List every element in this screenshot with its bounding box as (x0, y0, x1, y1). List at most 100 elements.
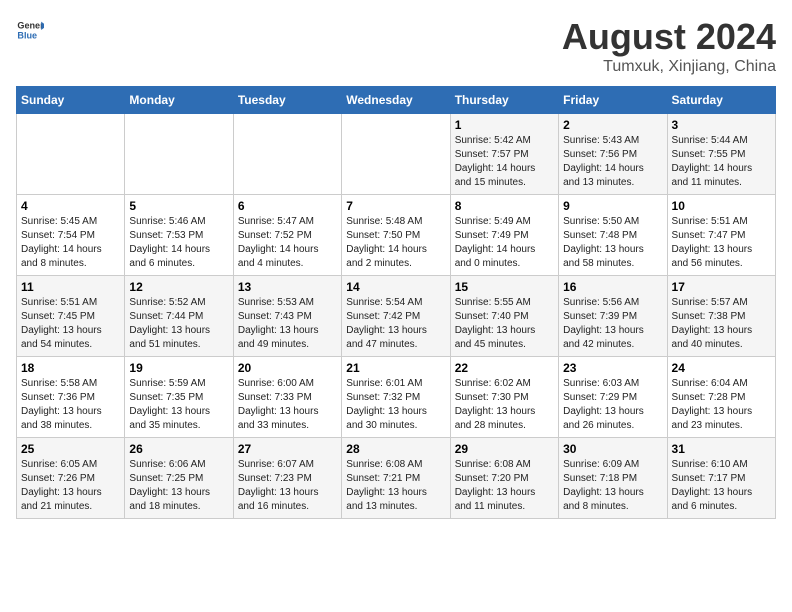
day-number: 16 (563, 280, 662, 294)
day-number: 2 (563, 118, 662, 132)
calendar-week-row: 11 Sunrise: 5:51 AM Sunset: 7:45 PM Dayli… (17, 276, 776, 357)
calendar-header-row: Sunday Monday Tuesday Wednesday Thursday… (17, 87, 776, 114)
day-number: 19 (129, 361, 228, 375)
day-number: 14 (346, 280, 445, 294)
day-detail: Sunrise: 6:03 AM Sunset: 7:29 PM Dayligh… (563, 377, 662, 433)
day-number: 4 (21, 199, 120, 213)
col-wednesday: Wednesday (342, 87, 450, 114)
day-number: 23 (563, 361, 662, 375)
day-number: 20 (238, 361, 337, 375)
day-detail: Sunrise: 6:05 AM Sunset: 7:26 PM Dayligh… (21, 458, 120, 514)
table-row: 5 Sunrise: 5:46 AM Sunset: 7:53 PM Daylig… (125, 195, 233, 276)
day-detail: Sunrise: 5:42 AM Sunset: 7:57 PM Dayligh… (455, 134, 554, 190)
day-detail: Sunrise: 5:50 AM Sunset: 7:48 PM Dayligh… (563, 215, 662, 271)
day-number: 12 (129, 280, 228, 294)
day-number: 27 (238, 442, 337, 456)
svg-text:General: General (17, 21, 44, 31)
logo: General Blue (16, 16, 44, 44)
table-row: 26Sunrise: 6:06 AM Sunset: 7:25 PM Dayli… (125, 438, 233, 519)
day-detail: Sunrise: 6:06 AM Sunset: 7:25 PM Dayligh… (129, 458, 228, 514)
table-row: 14 Sunrise: 5:54 AM Sunset: 7:42 PM Dayli… (342, 276, 450, 357)
day-detail: Sunrise: 5:54 AM Sunset: 7:42 PM Dayligh… (346, 296, 445, 352)
calendar-main-title: August 2024 (562, 16, 776, 58)
table-row: 16 Sunrise: 5:56 AM Sunset: 7:39 PM Dayli… (559, 276, 667, 357)
table-row: 8 Sunrise: 5:49 AM Sunset: 7:49 PM Daylig… (450, 195, 558, 276)
col-tuesday: Tuesday (233, 87, 341, 114)
day-number: 1 (455, 118, 554, 132)
day-detail: Sunrise: 5:51 AM Sunset: 7:47 PM Dayligh… (672, 215, 771, 271)
calendar-week-row: 1 Sunrise: 5:42 AM Sunset: 7:57 PM Daylig… (17, 114, 776, 195)
day-detail: Sunrise: 6:08 AM Sunset: 7:21 PM Dayligh… (346, 458, 445, 514)
day-number: 21 (346, 361, 445, 375)
day-number: 9 (563, 199, 662, 213)
table-row: 11 Sunrise: 5:51 AM Sunset: 7:45 PM Dayli… (17, 276, 125, 357)
table-row: 31 Sunrise: 6:10 AM Sunset: 7:17 PM Dayli… (667, 438, 775, 519)
day-number: 6 (238, 199, 337, 213)
day-number: 28 (346, 442, 445, 456)
day-detail: Sunrise: 6:08 AM Sunset: 7:20 PM Dayligh… (455, 458, 554, 514)
table-row: 25 Sunrise: 6:05 AM Sunset: 7:26 PM Dayli… (17, 438, 125, 519)
table-row: 29Sunrise: 6:08 AM Sunset: 7:20 PM Dayli… (450, 438, 558, 519)
table-row: 15 Sunrise: 5:55 AM Sunset: 7:40 PM Dayli… (450, 276, 558, 357)
day-number: 25 (21, 442, 120, 456)
day-detail: Sunrise: 6:00 AM Sunset: 7:33 PM Dayligh… (238, 377, 337, 433)
table-row: 12 Sunrise: 5:52 AM Sunset: 7:44 PM Dayli… (125, 276, 233, 357)
calendar-week-row: 18Sunrise: 5:58 AM Sunset: 7:36 PM Dayli… (17, 357, 776, 438)
col-friday: Friday (559, 87, 667, 114)
calendar-table: Sunday Monday Tuesday Wednesday Thursday… (16, 86, 776, 519)
table-row: 9 Sunrise: 5:50 AM Sunset: 7:48 PM Daylig… (559, 195, 667, 276)
calendar-title-area: August 2024 Tumxuk, Xinjiang, China (562, 16, 776, 76)
day-number: 30 (563, 442, 662, 456)
day-detail: Sunrise: 6:04 AM Sunset: 7:28 PM Dayligh… (672, 377, 771, 433)
col-saturday: Saturday (667, 87, 775, 114)
day-detail: Sunrise: 5:59 AM Sunset: 7:35 PM Dayligh… (129, 377, 228, 433)
table-row: 3Sunrise: 5:44 AM Sunset: 7:55 PM Daylig… (667, 114, 775, 195)
day-number: 5 (129, 199, 228, 213)
day-detail: Sunrise: 6:07 AM Sunset: 7:23 PM Dayligh… (238, 458, 337, 514)
table-row: 18Sunrise: 5:58 AM Sunset: 7:36 PM Dayli… (17, 357, 125, 438)
table-row: 10Sunrise: 5:51 AM Sunset: 7:47 PM Dayli… (667, 195, 775, 276)
col-monday: Monday (125, 87, 233, 114)
day-detail: Sunrise: 5:45 AM Sunset: 7:54 PM Dayligh… (21, 215, 120, 271)
table-row: 28 Sunrise: 6:08 AM Sunset: 7:21 PM Dayli… (342, 438, 450, 519)
day-number: 31 (672, 442, 771, 456)
day-detail: Sunrise: 5:51 AM Sunset: 7:45 PM Dayligh… (21, 296, 120, 352)
day-detail: Sunrise: 5:44 AM Sunset: 7:55 PM Dayligh… (672, 134, 771, 190)
day-number: 11 (21, 280, 120, 294)
table-row: 22 Sunrise: 6:02 AM Sunset: 7:30 PM Dayli… (450, 357, 558, 438)
day-detail: Sunrise: 5:56 AM Sunset: 7:39 PM Dayligh… (563, 296, 662, 352)
day-detail: Sunrise: 5:46 AM Sunset: 7:53 PM Dayligh… (129, 215, 228, 271)
day-detail: Sunrise: 6:02 AM Sunset: 7:30 PM Dayligh… (455, 377, 554, 433)
day-number: 15 (455, 280, 554, 294)
day-number: 24 (672, 361, 771, 375)
table-row (342, 114, 450, 195)
col-thursday: Thursday (450, 87, 558, 114)
page-header: General Blue August 2024 Tumxuk, Xinjian… (16, 16, 776, 76)
day-detail: Sunrise: 5:58 AM Sunset: 7:36 PM Dayligh… (21, 377, 120, 433)
table-row (17, 114, 125, 195)
day-number: 22 (455, 361, 554, 375)
day-number: 17 (672, 280, 771, 294)
day-detail: Sunrise: 5:49 AM Sunset: 7:49 PM Dayligh… (455, 215, 554, 271)
day-number: 7 (346, 199, 445, 213)
table-row: 7Sunrise: 5:48 AM Sunset: 7:50 PM Daylig… (342, 195, 450, 276)
calendar-week-row: 4 Sunrise: 5:45 AM Sunset: 7:54 PM Daylig… (17, 195, 776, 276)
table-row: 13Sunrise: 5:53 AM Sunset: 7:43 PM Dayli… (233, 276, 341, 357)
day-detail: Sunrise: 5:52 AM Sunset: 7:44 PM Dayligh… (129, 296, 228, 352)
table-row: 21 Sunrise: 6:01 AM Sunset: 7:32 PM Dayli… (342, 357, 450, 438)
table-row: 30Sunrise: 6:09 AM Sunset: 7:18 PM Dayli… (559, 438, 667, 519)
day-detail: Sunrise: 5:55 AM Sunset: 7:40 PM Dayligh… (455, 296, 554, 352)
svg-text:Blue: Blue (17, 30, 37, 40)
day-detail: Sunrise: 5:47 AM Sunset: 7:52 PM Dayligh… (238, 215, 337, 271)
table-row: 2Sunrise: 5:43 AM Sunset: 7:56 PM Daylig… (559, 114, 667, 195)
generalblue-logo-icon: General Blue (16, 16, 44, 44)
table-row (125, 114, 233, 195)
day-number: 8 (455, 199, 554, 213)
calendar-week-row: 25 Sunrise: 6:05 AM Sunset: 7:26 PM Dayli… (17, 438, 776, 519)
day-detail: Sunrise: 6:10 AM Sunset: 7:17 PM Dayligh… (672, 458, 771, 514)
table-row: 23 Sunrise: 6:03 AM Sunset: 7:29 PM Dayli… (559, 357, 667, 438)
table-row: 20 Sunrise: 6:00 AM Sunset: 7:33 PM Dayli… (233, 357, 341, 438)
day-detail: Sunrise: 6:01 AM Sunset: 7:32 PM Dayligh… (346, 377, 445, 433)
table-row (233, 114, 341, 195)
table-row: 1 Sunrise: 5:42 AM Sunset: 7:57 PM Daylig… (450, 114, 558, 195)
